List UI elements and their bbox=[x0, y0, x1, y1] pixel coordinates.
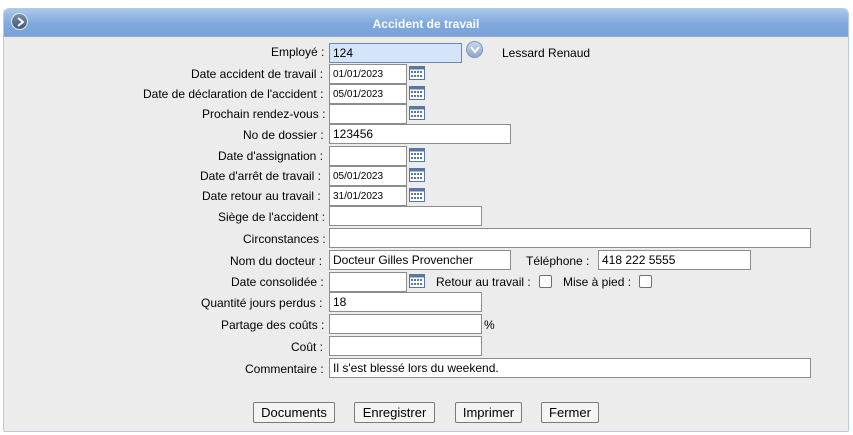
fermer-button[interactable]: Fermer bbox=[541, 402, 599, 423]
calendar-icon[interactable] bbox=[409, 86, 425, 100]
date-consolidee-label: Date consolidée : bbox=[231, 275, 324, 289]
circonstances-label: Circonstances : bbox=[243, 232, 326, 246]
calendar-icon[interactable] bbox=[409, 148, 425, 162]
percent-unit: % bbox=[484, 318, 495, 332]
siege-field[interactable] bbox=[329, 206, 482, 226]
prochain-rdv-field[interactable] bbox=[329, 104, 407, 124]
employee-label: Employé : bbox=[271, 45, 325, 59]
docteur-label: Nom du docteur : bbox=[230, 254, 323, 268]
calendar-icon[interactable] bbox=[409, 274, 425, 288]
commentaire-field[interactable] bbox=[329, 358, 811, 378]
commentaire-label: Commentaire : bbox=[245, 362, 324, 376]
circonstances-field[interactable] bbox=[329, 228, 811, 248]
telephone-label: Téléphone : bbox=[526, 254, 590, 268]
jours-perdus-field[interactable] bbox=[329, 292, 482, 312]
enregistrer-button[interactable]: Enregistrer bbox=[354, 402, 435, 423]
date-assignation-field[interactable] bbox=[329, 146, 407, 166]
mise-a-pied-checkbox[interactable] bbox=[639, 275, 652, 288]
retour-travail-label: Retour au travail : bbox=[436, 275, 531, 289]
partage-couts-field[interactable] bbox=[329, 314, 482, 334]
employee-name: Lessard Renaud bbox=[502, 46, 591, 60]
date-accident-label: Date accident de travail : bbox=[191, 67, 324, 81]
imprimer-button[interactable]: Imprimer bbox=[455, 402, 522, 423]
cout-label: Coût : bbox=[291, 340, 324, 354]
date-accident-field[interactable] bbox=[329, 64, 407, 84]
documents-button[interactable]: Documents bbox=[253, 402, 335, 423]
partage-couts-label: Partage des coûts : bbox=[221, 318, 325, 332]
retour-travail-checkbox[interactable] bbox=[539, 275, 552, 288]
window-title: Accident de travail bbox=[372, 17, 480, 31]
date-declaration-label: Date de déclaration de l'accident : bbox=[143, 87, 324, 101]
date-consolidee-field[interactable] bbox=[329, 272, 407, 292]
no-dossier-label: No de dossier : bbox=[243, 128, 324, 142]
date-arret-label: Date d'arrêt de travail : bbox=[200, 169, 322, 183]
calendar-icon[interactable] bbox=[409, 168, 425, 182]
mise-a-pied-label: Mise à pied : bbox=[563, 275, 632, 289]
no-dossier-field[interactable] bbox=[329, 124, 511, 144]
cout-field[interactable] bbox=[329, 336, 482, 356]
date-retour-label: Date retour au travail : bbox=[202, 189, 321, 203]
date-retour-field[interactable] bbox=[329, 186, 407, 206]
telephone-field[interactable] bbox=[598, 250, 751, 270]
siege-label: Siège de l'accident : bbox=[218, 210, 326, 224]
calendar-icon[interactable] bbox=[409, 106, 425, 120]
docteur-field[interactable] bbox=[329, 250, 511, 270]
employee-code-input[interactable] bbox=[329, 43, 462, 63]
date-declaration-field[interactable] bbox=[329, 84, 407, 104]
calendar-icon[interactable] bbox=[409, 188, 425, 202]
chevron-down-icon[interactable] bbox=[466, 41, 483, 58]
title-bar: Accident de travail bbox=[4, 9, 848, 37]
date-assignation-label: Date d'assignation : bbox=[218, 149, 324, 163]
jours-perdus-label: Quantité jours perdus : bbox=[201, 296, 323, 310]
prochain-rdv-label: Prochain rendez-vous : bbox=[202, 107, 326, 121]
date-arret-field[interactable] bbox=[329, 166, 407, 186]
calendar-icon[interactable] bbox=[409, 66, 425, 80]
